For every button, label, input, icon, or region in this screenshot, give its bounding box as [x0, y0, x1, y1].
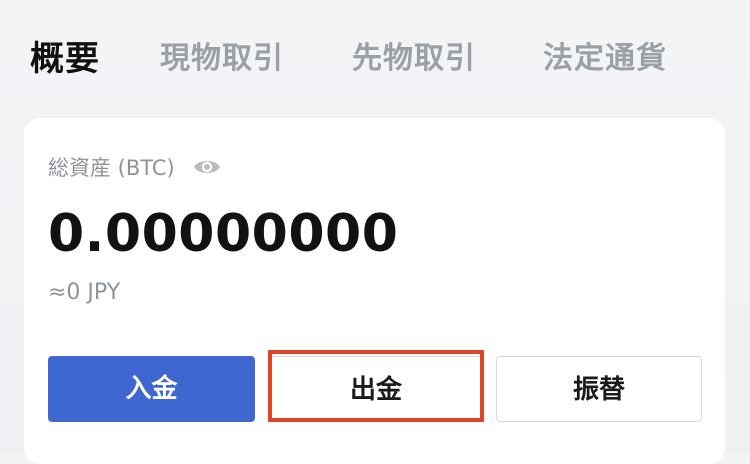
deposit-button[interactable]: 入金 — [48, 356, 255, 422]
tab-overview[interactable]: 概要 — [30, 36, 100, 82]
eye-icon-graphic — [193, 161, 220, 173]
tab-fiat-currency[interactable]: 法定通貨 — [543, 36, 667, 82]
fiat-equivalent-value: ≈0 JPY — [48, 280, 121, 305]
total-assets-card: 総資産 (BTC) 0.00000000 ≈0 JPY 入金 出金 振替 — [24, 118, 725, 464]
total-balance-value: 0.00000000 — [48, 204, 399, 264]
withdraw-button[interactable]: 出金 — [270, 356, 482, 422]
eye-icon[interactable] — [193, 157, 221, 177]
total-assets-label: 総資産 (BTC) — [48, 156, 175, 180]
account-tabs: 概要 現物取引 先物取引 法定通貨 — [0, 0, 750, 118]
transfer-button[interactable]: 振替 — [496, 356, 702, 422]
total-assets-header: 総資産 (BTC) — [48, 152, 221, 182]
tab-spot-trading[interactable]: 現物取引 — [160, 36, 284, 82]
tab-futures-trading[interactable]: 先物取引 — [352, 36, 476, 82]
